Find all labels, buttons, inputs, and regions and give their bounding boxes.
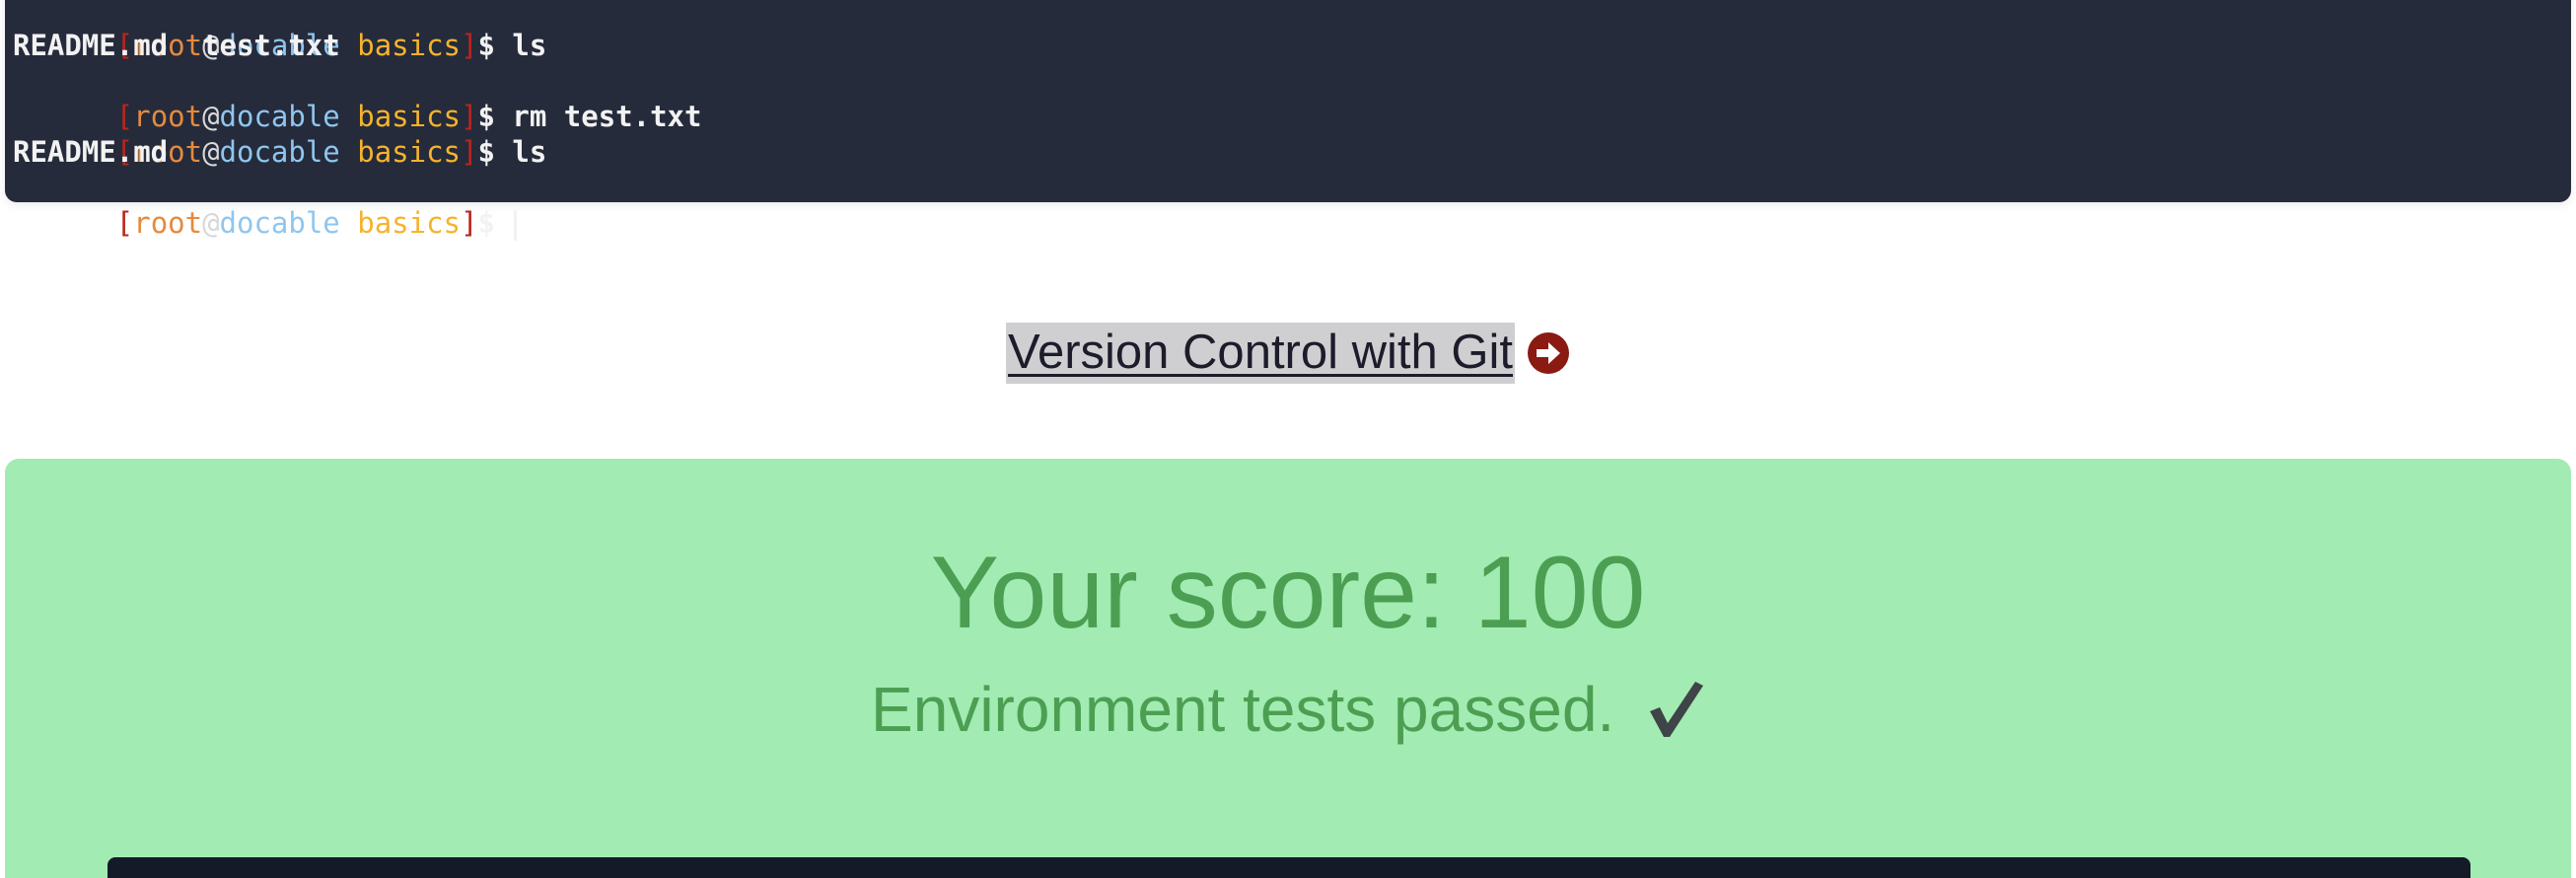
page: [root@docable basics]$ ls README.md test… xyxy=(0,0,2576,878)
prompt-dir: basics xyxy=(357,206,461,240)
terminal-command: ls xyxy=(512,29,547,62)
terminal-line: [root@docable basics]$ rm test.txt xyxy=(13,63,2571,133)
prompt-dir: basics xyxy=(357,100,461,133)
score-title: Your score: 100 xyxy=(930,536,1646,650)
prompt-bracket: ] xyxy=(461,206,478,240)
prompt-host: docable xyxy=(219,100,340,133)
prompt-dir: basics xyxy=(357,135,461,169)
prompt-at: @ xyxy=(202,100,220,133)
prompt-bracket: ] xyxy=(461,135,478,169)
prompt-dollar: $ xyxy=(477,135,495,169)
prompt-dollar: $ xyxy=(477,100,495,133)
terminal-command: ls xyxy=(512,135,547,169)
prompt-host: docable xyxy=(219,135,340,169)
next-lesson-row: Version Control with Git xyxy=(0,322,2576,385)
prompt-at: @ xyxy=(202,206,220,240)
terminal-command: rm test.txt xyxy=(512,100,702,133)
prompt-dollar: $ xyxy=(477,206,495,240)
results-panel xyxy=(107,857,2470,878)
terminal-line[interactable]: [root@docable basics]$ xyxy=(13,170,2571,241)
terminal-line: [root@docable basics]$ ls xyxy=(13,0,2571,62)
prompt-user: root xyxy=(133,206,203,240)
prompt-bracket: [ xyxy=(115,100,134,133)
arrow-circle-right-icon[interactable] xyxy=(1527,331,1570,375)
checkmark-icon xyxy=(1646,678,1705,739)
score-status-text: Environment tests passed. xyxy=(871,674,1615,745)
terminal[interactable]: [root@docable basics]$ ls README.md test… xyxy=(5,0,2571,241)
score-panel: Your score: 100 Environment tests passed… xyxy=(5,459,2571,878)
prompt-host: docable xyxy=(219,206,340,240)
next-lesson-link[interactable]: Version Control with Git xyxy=(1006,323,1515,384)
prompt-bracket: ] xyxy=(461,100,478,133)
prompt-at: @ xyxy=(202,135,220,169)
prompt-dollar: $ xyxy=(477,29,495,62)
prompt-bracket: ] xyxy=(461,29,478,62)
terminal-cursor xyxy=(514,209,518,241)
prompt-bracket: [ xyxy=(115,206,134,240)
prompt-user: root xyxy=(133,100,203,133)
prompt-dir: basics xyxy=(357,29,461,62)
score-status: Environment tests passed. xyxy=(5,670,2571,749)
